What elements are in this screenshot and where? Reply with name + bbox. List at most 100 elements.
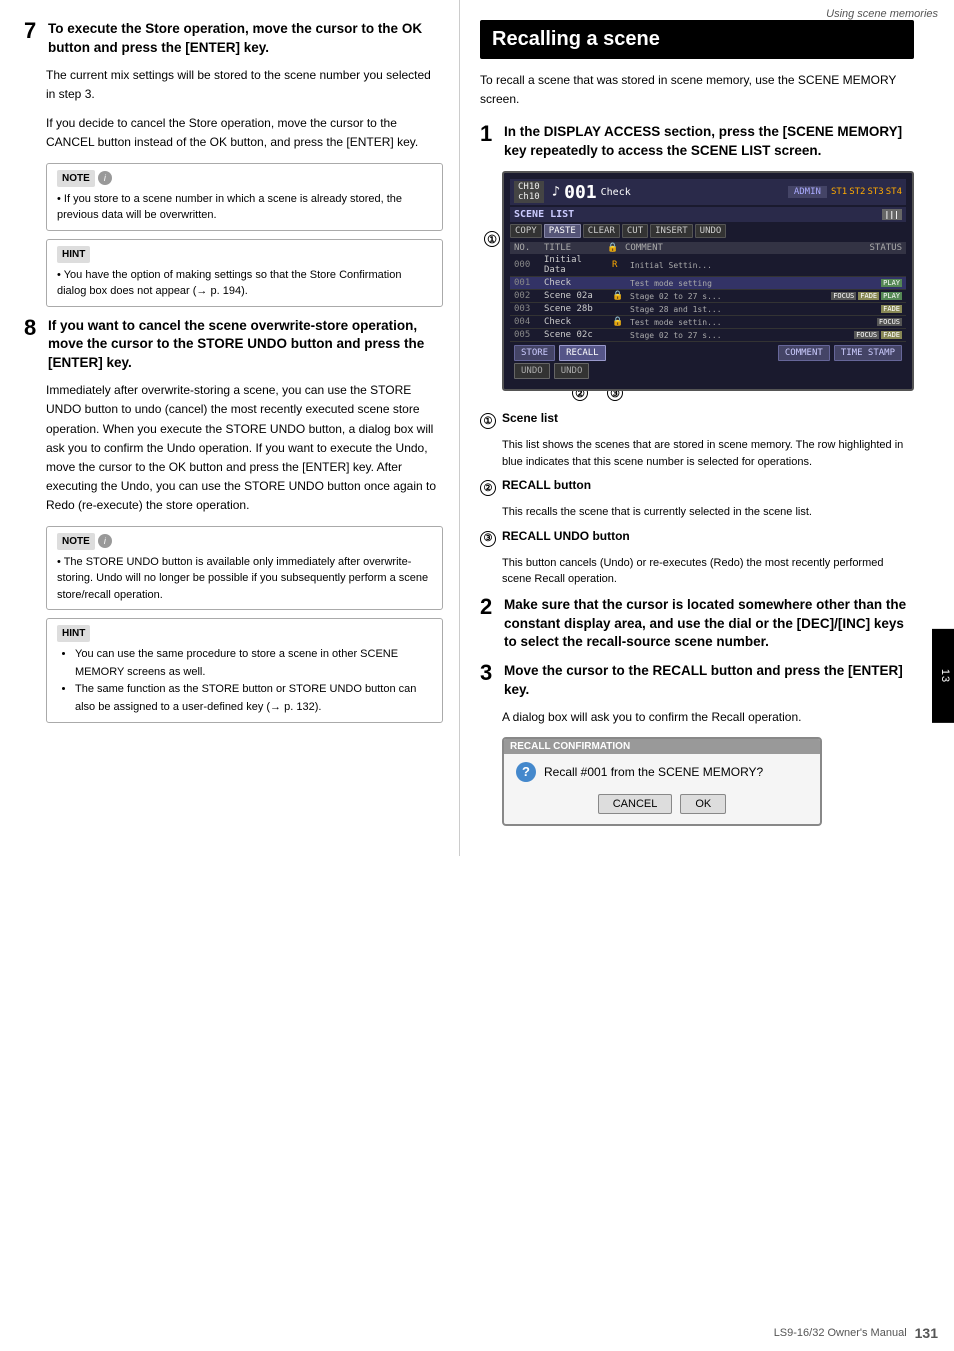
row-comment-004: Test mode settin... (630, 318, 869, 327)
st4-icon: ST4 (886, 187, 902, 197)
row-num-004: 004 (514, 317, 536, 327)
callout-1-body: This list shows the scenes that are stor… (502, 437, 914, 470)
page-header: Using scene memories (826, 8, 938, 20)
callout-3-title: RECALL UNDO button (502, 529, 630, 543)
toolbar-paste[interactable]: PASTE (544, 224, 581, 238)
list-item-002: 002 Scene 02a 🔒 Stage 02 to 27 s... FOCU… (510, 290, 906, 303)
step3-right-number: 3 (480, 662, 496, 684)
col-comment: COMMENT (625, 243, 861, 253)
step7-para1: The current mix settings will be stored … (24, 66, 443, 104)
screen-bottom-buttons: STORE RECALL COMMENT TIME STAMP (510, 342, 906, 361)
header-title: Using scene memories (826, 8, 938, 20)
screen-channel: CH10ch10 (514, 181, 544, 203)
callout-2-body: This recalls the scene that is currently… (502, 504, 914, 521)
row-r-004: 🔒 (612, 317, 622, 327)
row-status-001: PLAY (881, 279, 902, 287)
row-comment-003: Stage 28 and 1st... (630, 305, 873, 314)
row-comment-005: Stage 02 to 27 s... (630, 331, 846, 340)
screen-comment-btn[interactable]: COMMENT (778, 345, 830, 361)
step8-hint-bullet1: You can use the same procedure to store … (75, 646, 432, 681)
row-title-002: Scene 02a (544, 291, 604, 301)
step7-number: 7 (24, 20, 40, 42)
chapter-tab: 13 (932, 628, 954, 722)
row-status-003: FADE (881, 305, 902, 313)
scene-list-label-bar: SCENE LIST ||| (510, 207, 906, 222)
toolbar-copy[interactable]: COPY (510, 224, 542, 238)
screen-recall-undo-btn[interactable]: UNDO (554, 363, 590, 379)
callout-2-row: ② RECALL button (480, 478, 914, 496)
tag-focus-005: FOCUS (854, 331, 879, 339)
callout-3-body: This button cancels (Undo) or re-execute… (502, 555, 914, 588)
dialog-cancel-btn[interactable]: CANCEL (598, 794, 673, 814)
col-status: STATUS (869, 243, 902, 253)
screen-store-btn[interactable]: STORE (514, 345, 555, 361)
step7-hint: HINT • You have the option of making set… (46, 239, 443, 307)
toolbar-insert[interactable]: INSERT (650, 224, 693, 238)
row-num-000: 000 (514, 260, 536, 270)
dialog-body: ? Recall #001 from the SCENE MEMORY? (516, 762, 808, 782)
screen-mockup: CH10ch10 ♪ 001 Check ADMIN ST1 ST2 ST3 S… (502, 171, 914, 391)
callout-3-row: ③ RECALL UNDO button (480, 529, 914, 547)
toolbar-clear[interactable]: CLEAR (583, 224, 620, 238)
col-no: NO. (514, 243, 536, 253)
dialog-ok-btn[interactable]: OK (680, 794, 726, 814)
dialog-title: RECALL CONFIRMATION (504, 739, 820, 754)
callout-1-title: Scene list (502, 411, 558, 425)
tag-play-001: PLAY (881, 279, 902, 287)
screen-header-row: CH10ch10 ♪ 001 Check ADMIN ST1 ST2 ST3 S… (510, 179, 906, 205)
step7-para2: If you decide to cancel the Store operat… (24, 114, 443, 152)
page-number: 131 (915, 1325, 938, 1341)
callout-1-marker: ① (480, 413, 496, 429)
screen-store-undo-btn[interactable]: UNDO (514, 363, 550, 379)
tag-focus-002: FOCUS (831, 292, 856, 300)
row-status-002: FOCUS FADE PLAY (831, 292, 902, 300)
step7-note: NOTE i • If you store to a scene number … (46, 163, 443, 231)
step8-heading: 8 If you want to cancel the scene overwr… (24, 317, 443, 374)
callout-1-row: ① Scene list (480, 411, 914, 429)
step7-hint-label: HINT (57, 246, 90, 263)
chapter-number: 13 (939, 668, 951, 682)
row-title-000: Initial Data (544, 255, 604, 275)
step2-right-number: 2 (480, 596, 496, 618)
step8-para1: Immediately after overwrite-storing a sc… (24, 381, 443, 515)
list-item-selected: 001 Check Test mode setting PLAY (510, 277, 906, 290)
col-title: TITLE (544, 243, 599, 253)
step2-right-heading: 2 Make sure that the cursor is located s… (480, 596, 914, 653)
callout-marker-1: ① (484, 231, 500, 247)
list-item-005: 005 Scene 02c Stage 02 to 27 s... FOCUS … (510, 329, 906, 342)
row-num-001: 001 (514, 278, 536, 288)
scene-list-label: SCENE LIST (514, 209, 574, 220)
step8-hint-bullets: You can use the same procedure to store … (57, 646, 432, 716)
screen-list-header: NO. TITLE 🔒 COMMENT STATUS (510, 242, 906, 254)
step7-title: To execute the Store operation, move the… (48, 20, 443, 58)
row-num-005: 005 (514, 330, 536, 340)
dialog-container: RECALL CONFIRMATION ? Recall #001 from t… (502, 737, 914, 826)
screen-timestamp-btn[interactable]: TIME STAMP (834, 345, 902, 361)
toolbar-cut[interactable]: CUT (622, 224, 648, 238)
st1-icon: ST1 (831, 187, 847, 197)
tag-fade-002: FADE (858, 292, 879, 300)
row-r-002: 🔒 (612, 291, 622, 301)
dialog-buttons: CANCEL OK (516, 794, 808, 814)
list-item-003: 003 Scene 28b Stage 28 and 1st... FADE (510, 303, 906, 316)
row-comment-000: Initial Settin... (630, 261, 894, 270)
row-num-002: 002 (514, 291, 536, 301)
step8-number: 8 (24, 317, 40, 339)
step8-section: 8 If you want to cancel the scene overwr… (24, 317, 443, 724)
row-title-001: Check (544, 278, 604, 288)
dialog-question-icon: ? (516, 762, 536, 782)
step1-right-heading: 1 In the DISPLAY ACCESS section, press t… (480, 123, 914, 161)
toolbar-undo[interactable]: UNDO (695, 224, 727, 238)
step8-note-text: • The STORE UNDO button is available onl… (57, 554, 432, 604)
right-column: Recalling a scene To recall a scene that… (460, 0, 930, 856)
step7-heading: 7 To execute the Store operation, move t… (24, 20, 443, 58)
screen-toolbar-indicator: ||| (882, 209, 902, 220)
screen-st-icons: ST1 ST2 ST3 ST4 (831, 187, 902, 197)
list-item: 000 Initial Data R Initial Settin... (510, 254, 906, 277)
screen-admin-label: ADMIN (788, 186, 827, 198)
tag-fade-003: FADE (881, 305, 902, 313)
page-footer: LS9-16/32 Owner's Manual 131 (774, 1325, 938, 1341)
screen-scene-number: 001 (564, 182, 597, 203)
screen-recall-btn[interactable]: RECALL (559, 345, 606, 361)
row-status-004: FOCUS (877, 318, 902, 326)
